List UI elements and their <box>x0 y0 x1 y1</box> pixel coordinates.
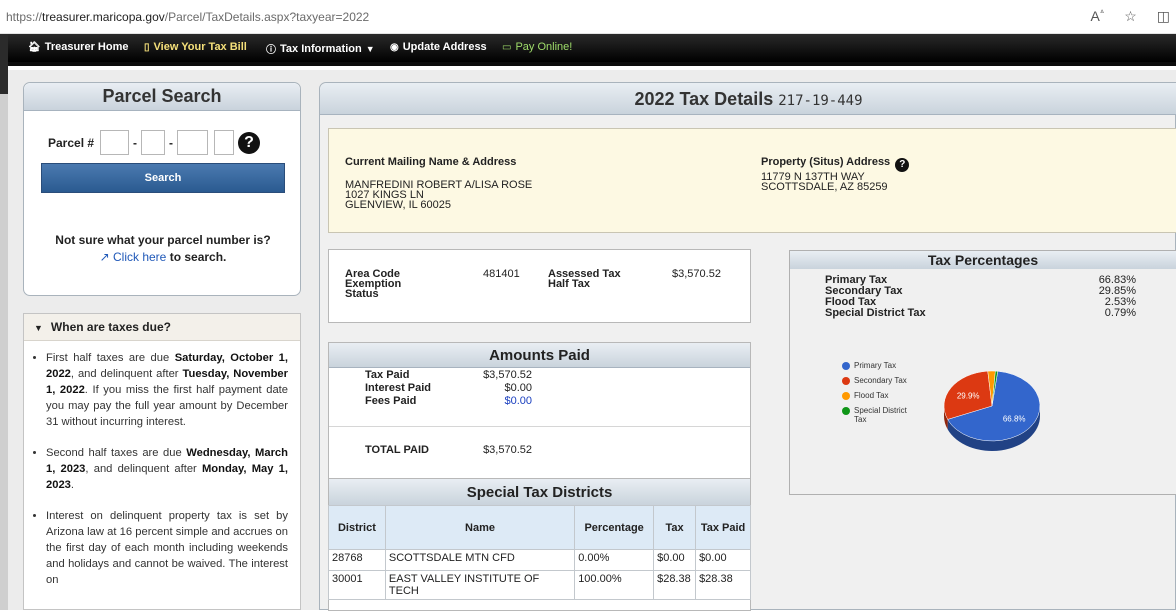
nav-treasurer-home[interactable]: 🏠︎ Treasurer Home <box>28 41 128 53</box>
legend-item: Secondary Tax <box>842 376 916 385</box>
tax-percentages-box: Tax Percentages Primary Tax 66.83% Second… <box>789 250 1176 495</box>
mailing-header: Current Mailing Name & Address <box>345 156 517 168</box>
nav-update-address[interactable]: ◉ Update Address <box>390 41 487 53</box>
legend-swatch <box>842 392 850 400</box>
tax-percentages-title: Tax Percentages <box>790 251 1176 269</box>
table-row: 30001 EAST VALLEY INSTITUTE OF TECH 100.… <box>328 570 751 600</box>
interest-paid-label: Interest Paid <box>365 382 432 394</box>
special-districts-table: District Name Percentage Tax Tax Paid 28… <box>328 505 751 600</box>
read-aloud-icon[interactable]: Aᐞ <box>1091 8 1105 25</box>
col-district: District <box>328 505 386 550</box>
parcel-map-input[interactable] <box>141 130 166 155</box>
taxes-due-header[interactable]: ▼ When are taxes due? <box>24 314 300 341</box>
assessed-tax-value: $3,570.52 <box>672 268 721 280</box>
cell-percentage: 0.00% <box>574 549 655 571</box>
pie-data-label: 29.9% <box>957 391 980 400</box>
click-here-link[interactable]: Click here <box>113 250 166 264</box>
legend-item: Flood Tax <box>842 391 916 400</box>
cell-tax-paid: $28.38 <box>695 570 751 600</box>
property-line: SCOTTSDALE, AZ 85259 <box>761 181 888 193</box>
parcel-number: 217-19-449 <box>778 93 863 109</box>
area-code-box: Area Code Exemption Status 481401 Assess… <box>328 249 751 323</box>
parcel-search-panel: Parcel Search Parcel # - - ? Search Not … <box>23 82 301 296</box>
col-tax-paid: Tax Paid <box>695 505 751 550</box>
tax-paid-label: Tax Paid <box>365 369 410 381</box>
cell-percentage: 100.00% <box>574 570 655 600</box>
parcel-book-input[interactable] <box>100 130 130 155</box>
taxes-due-item: First half taxes are due Saturday, Octob… <box>46 350 288 430</box>
taxes-due-item: Interest on delinquent property tax is s… <box>46 508 288 588</box>
url-text[interactable]: https://treasurer.maricopa.gov/Parcel/Ta… <box>6 10 369 24</box>
cell-tax: $0.00 <box>653 549 697 571</box>
parcel-search-title: Parcel Search <box>24 83 300 111</box>
split-screen-icon[interactable]: ◫ <box>1157 8 1170 25</box>
cell-district: 28768 <box>328 549 386 571</box>
search-button[interactable]: Search <box>41 163 285 193</box>
status-label: Status <box>345 288 379 300</box>
credit-card-icon: ▭ <box>502 41 512 53</box>
amounts-paid-box: Amounts Paid Tax Paid $3,570.52 Interest… <box>328 342 751 484</box>
legend-swatch <box>842 377 850 385</box>
home-icon: 🏠︎ <box>28 41 41 53</box>
taxes-due-panel: ▼When are taxes due? First half taxes ar… <box>23 313 301 610</box>
click-here-line: ↗ Click here to search. <box>99 250 227 264</box>
total-paid-label: TOTAL PAID <box>365 444 429 456</box>
special-districts-title: Special Tax Districts <box>329 479 750 506</box>
pct-row-special: Special District Tax 0.79% <box>825 307 1136 319</box>
help-question-icon[interactable]: ? <box>238 131 261 154</box>
cell-tax-paid: $0.00 <box>695 549 751 571</box>
cell-district: 30001 <box>328 570 386 600</box>
left-rail <box>0 34 8 610</box>
nav-pay-online[interactable]: ▭ Pay Online! <box>502 41 572 53</box>
half-tax-label: Half Tax <box>548 278 590 290</box>
cell-name: EAST VALLEY INSTITUTE OF TECH <box>384 570 576 600</box>
col-percentage: Percentage <box>574 505 655 550</box>
parcel-label: Parcel # <box>48 135 95 150</box>
collapse-caret-icon: ▼ <box>34 323 43 333</box>
browser-address-bar[interactable]: https://treasurer.maricopa.gov/Parcel/Ta… <box>0 0 1176 34</box>
legend-item: Primary Tax <box>842 361 916 370</box>
tax-details-title: 2022 Tax Details 217-19-449 <box>320 83 1176 115</box>
col-tax: Tax <box>653 505 697 550</box>
pie-legend: Primary Tax Secondary Tax Flood Tax Spec… <box>842 361 916 430</box>
nav-view-tax-bill[interactable]: ▯ View Your Tax Bill <box>144 41 247 53</box>
total-paid-value: $3,570.52 <box>483 444 532 456</box>
favorite-star-icon[interactable]: ☆ <box>1124 8 1137 25</box>
parcel-split-input[interactable] <box>214 130 235 155</box>
tax-pie-chart: 66.8% 29.9% <box>943 370 1041 451</box>
amounts-paid-title: Amounts Paid <box>329 343 750 368</box>
legend-swatch <box>842 362 850 370</box>
caret-down-icon: ▼ <box>365 43 375 54</box>
pie-data-label: 66.8% <box>1003 414 1026 423</box>
mailing-line: GLENVIEW, IL 60025 <box>345 199 451 211</box>
fees-paid-label: Fees Paid <box>365 395 417 407</box>
tax-details-panel: 2022 Tax Details 217-19-449 Current Mail… <box>319 82 1176 611</box>
col-name: Name <box>384 505 576 550</box>
not-sure-text: Not sure what your parcel number is? <box>55 233 271 247</box>
legend-item: Special District Tax <box>842 406 916 424</box>
legend-swatch <box>842 407 850 415</box>
property-header: Property (Situs) Address ? <box>761 157 910 172</box>
fees-paid-value[interactable]: $0.00 <box>472 396 532 407</box>
cell-name: SCOTTSDALE MTN CFD <box>384 549 576 571</box>
info-icon: ⓘ <box>266 45 276 56</box>
address-box: Current Mailing Name & Address MANFREDIN… <box>328 128 1176 233</box>
help-question-icon[interactable]: ? <box>895 158 910 172</box>
document-icon: ▯ <box>144 41 150 53</box>
cell-tax: $28.38 <box>653 570 697 600</box>
external-link-icon[interactable]: ↗ <box>100 250 113 264</box>
top-nav: 🏠︎ Treasurer Home ▯ View Your Tax Bill ⓘ Ta… <box>8 34 1176 66</box>
nav-tax-information[interactable]: ⓘ Tax Information ▼ <box>266 41 375 57</box>
compass-icon: ◉ <box>390 41 399 53</box>
interest-paid-value: $0.00 <box>504 382 532 394</box>
tax-paid-value: $3,570.52 <box>483 369 532 381</box>
special-districts-box: Special Tax Districts District Name Perc… <box>328 478 751 611</box>
parcel-item-input[interactable] <box>177 130 209 155</box>
table-row: 28768 SCOTTSDALE MTN CFD 0.00% $0.00 $0.… <box>328 549 751 571</box>
taxes-due-item: Second half taxes are due Wednesday, Mar… <box>46 445 288 493</box>
area-code-value: 481401 <box>483 268 520 280</box>
